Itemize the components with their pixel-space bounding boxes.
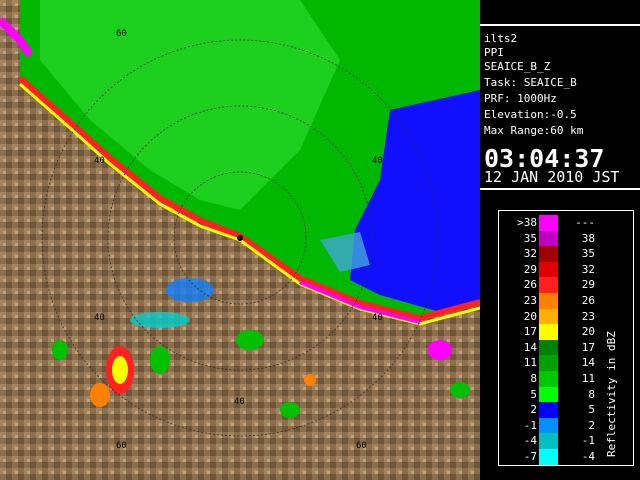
legend-high-value: 5 bbox=[588, 403, 595, 417]
prf-value: PRF: 1000Hz bbox=[484, 92, 557, 105]
legend-low-value: -1 bbox=[523, 418, 537, 432]
legend-low-value: 2 bbox=[530, 403, 537, 417]
scan-type: PPI bbox=[484, 46, 504, 59]
legend-low-value: 17 bbox=[523, 325, 537, 339]
legend-high-value: 14 bbox=[581, 356, 595, 370]
radar-site-marker bbox=[237, 235, 243, 241]
legend-high-value: 38 bbox=[581, 231, 595, 245]
reflectivity-legend: >38 --- 35 38 32 35 29 32 26 29 23 26 20 23 17 20 14 17 11… bbox=[498, 210, 634, 466]
legend-low-value: 14 bbox=[523, 340, 537, 354]
legend-low-value: 35 bbox=[523, 231, 537, 245]
legend-high-value: 23 bbox=[581, 309, 595, 323]
ring-label-40-southwest: 40 bbox=[94, 313, 105, 323]
legend-low-value: 32 bbox=[523, 247, 537, 261]
legend-high-value: 26 bbox=[581, 294, 595, 307]
legend-low-value: -4 bbox=[523, 434, 537, 448]
legend-low-value: >38 bbox=[517, 216, 537, 229]
legend-color-swatch bbox=[539, 417, 558, 434]
legend-high-value: 32 bbox=[581, 262, 595, 276]
legend-row: >38 --- bbox=[499, 215, 633, 231]
legend-row: 32 35 bbox=[499, 246, 633, 262]
legend-high-value: 29 bbox=[581, 278, 595, 292]
legend-low-value: 5 bbox=[530, 387, 537, 401]
legend-color-swatch bbox=[539, 355, 558, 371]
legend-low-value: 20 bbox=[523, 309, 537, 323]
task-name: Task: SEAICE_B bbox=[484, 76, 577, 89]
legend-color-swatch bbox=[539, 308, 558, 325]
ring-label-60-southwest: 60 bbox=[116, 441, 127, 451]
legend-high-value: 35 bbox=[581, 247, 595, 261]
ring-label-60-southeast: 60 bbox=[356, 441, 367, 451]
legend-color-swatch bbox=[539, 261, 558, 278]
ring-label-40-west: 40 bbox=[94, 156, 105, 166]
legend-row: 23 26 bbox=[499, 293, 633, 309]
legend-color-swatch bbox=[539, 293, 558, 309]
legend-color-swatch bbox=[539, 386, 558, 403]
legend-high-value: 20 bbox=[581, 325, 595, 339]
legend-row: 20 23 bbox=[499, 308, 633, 325]
legend-color-swatch bbox=[539, 433, 558, 449]
elevation-value: Elevation:-0.5 bbox=[484, 108, 577, 121]
ring-label-40-south: 40 bbox=[234, 397, 245, 407]
legend-title: Reflectivity in dBZ bbox=[605, 331, 618, 458]
legend-high-value: -4 bbox=[581, 450, 595, 463]
station-name: ilts2 bbox=[484, 32, 518, 45]
scan-date: 12 JAN 2010 JST bbox=[484, 168, 620, 186]
legend-color-swatch bbox=[539, 449, 558, 465]
legend-row: 26 29 bbox=[499, 277, 633, 293]
legend-high-value: 11 bbox=[581, 372, 595, 385]
product-name: SEAICE_B_Z bbox=[484, 60, 551, 73]
legend-color-swatch bbox=[539, 402, 558, 418]
legend-high-value: 17 bbox=[581, 340, 595, 354]
legend-color-swatch bbox=[539, 246, 558, 262]
legend-color-swatch bbox=[539, 324, 558, 340]
max-range-value: Max Range:60 km bbox=[484, 124, 584, 137]
legend-low-value: -7 bbox=[523, 450, 537, 463]
legend-low-value: 23 bbox=[523, 294, 537, 307]
ring-label-60-north: 60 bbox=[116, 29, 127, 39]
legend-row: 35 38 bbox=[499, 230, 633, 247]
legend-high-value: 2 bbox=[588, 418, 595, 432]
legend-high-value: 8 bbox=[588, 387, 595, 401]
legend-row: 29 32 bbox=[499, 261, 633, 278]
legend-color-swatch bbox=[539, 230, 558, 247]
ring-label-40-southeast: 40 bbox=[372, 313, 383, 323]
legend-color-swatch bbox=[539, 215, 558, 231]
legend-color-swatch bbox=[539, 339, 558, 356]
legend-title-text: Reflectivity in dBZ bbox=[605, 331, 618, 457]
legend-color-swatch bbox=[539, 371, 558, 387]
scan-info-panel: ilts2 PPI SEAICE_B_Z Task: SEAICE_B PRF:… bbox=[480, 24, 640, 190]
radar-ppi-display: 40 60 40 40 60 60 40 40 bbox=[0, 0, 480, 480]
legend-high-value: -1 bbox=[581, 434, 595, 448]
legend-color-swatch bbox=[539, 277, 558, 293]
legend-low-value: 8 bbox=[530, 372, 537, 385]
legend-low-value: 29 bbox=[523, 262, 537, 276]
legend-low-value: 26 bbox=[523, 278, 537, 292]
ring-label-40-east: 40 bbox=[372, 156, 383, 166]
legend-high-value: --- bbox=[575, 216, 595, 229]
legend-low-value: 11 bbox=[523, 356, 537, 370]
